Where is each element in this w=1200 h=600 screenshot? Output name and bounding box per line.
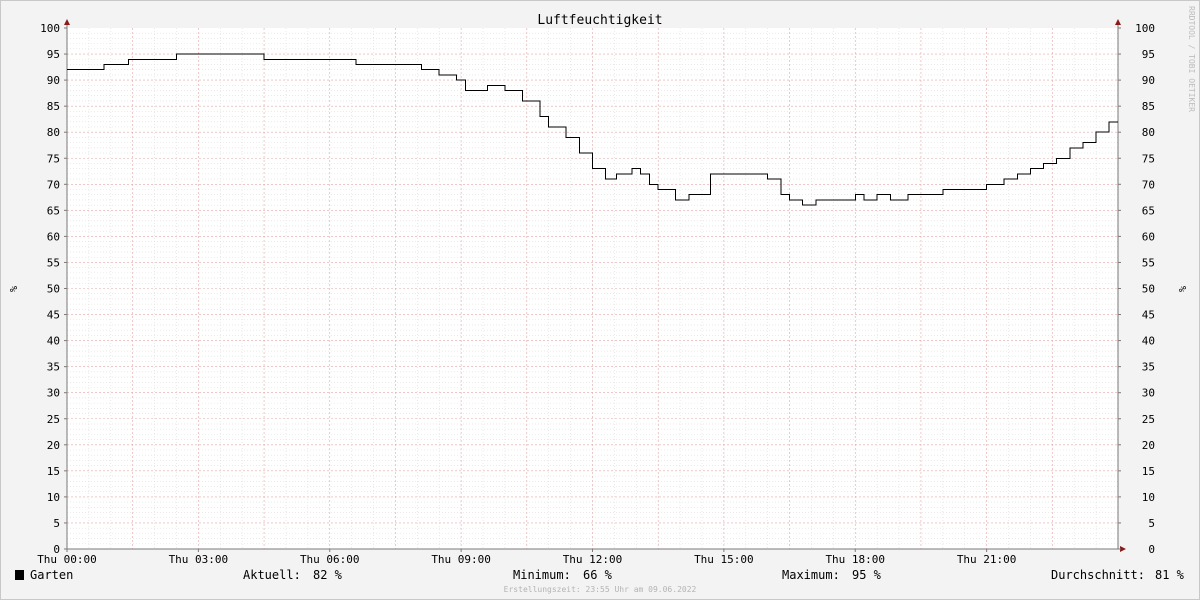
y-tick-label-right: 75 <box>1142 152 1155 165</box>
legend-max-label: Maximum: <box>782 568 840 582</box>
y-tick-label-right: 10 <box>1142 491 1155 504</box>
y-tick-label-right: 30 <box>1142 387 1155 400</box>
legend-current-value: 82 % <box>313 568 343 582</box>
y-tick-label-left: 10 <box>47 491 60 504</box>
legend-avg-value: 81 % <box>1155 568 1185 582</box>
y-tick-label-left: 20 <box>47 439 60 452</box>
y-tick-label-right: 45 <box>1142 309 1155 322</box>
y-tick-label-left: 55 <box>47 256 60 269</box>
y-axis-label-left: % <box>7 286 18 292</box>
y-tick-label-right: 95 <box>1142 48 1155 61</box>
rrdtool-watermark: RRDTOOL / TOBI OETIKER <box>1187 6 1196 112</box>
y-tick-label-right: 50 <box>1142 283 1155 296</box>
x-tick-label: Thu 18:00 <box>825 553 885 566</box>
y-tick-label-right: 90 <box>1142 74 1155 87</box>
y-tick-label-left: 15 <box>47 465 60 478</box>
chart-canvas: 0 5 10 15 20 25 30 35 40 45 50 55 60 65 70 75 80 85 90 95 10… <box>7 6 1196 594</box>
x-tick-label: Thu 15:00 <box>694 553 754 566</box>
x-tick-label: Thu 03:00 <box>169 553 229 566</box>
y-tick-label-left: 35 <box>47 361 60 374</box>
y-tick-label-left: 70 <box>47 178 60 191</box>
grid <box>67 28 1118 549</box>
y-axis-left-ticks: 0510152025303540455055606570758085909510… <box>40 22 67 556</box>
y-tick-label-left: 25 <box>47 413 60 426</box>
y-tick-label-left: 40 <box>47 335 60 348</box>
chart-title: Luftfeuchtigkeit <box>537 13 662 28</box>
y-tick-label-right: 20 <box>1142 439 1155 452</box>
y-tick-label-right: 65 <box>1142 204 1155 217</box>
y-tick-label-left: 100 <box>40 22 60 35</box>
y-tick-label-left: 85 <box>47 100 60 113</box>
y-tick-label-right: 55 <box>1142 256 1155 269</box>
footer-timestamp: Erstellungszeit: 23:55 Uhr am 09.06.2022 <box>504 585 697 594</box>
y-tick-label-right: 85 <box>1142 100 1155 113</box>
legend-min-label: Minimum: <box>513 568 571 582</box>
y-tick-label-left: 95 <box>47 48 60 61</box>
x-axis-ticks: Thu 00:00 Thu 03:00 Thu 06:00 Thu 09:00 Thu … <box>37 549 1016 566</box>
y-tick-label-right: 70 <box>1142 178 1155 191</box>
y-tick-label-left: 30 <box>47 387 60 400</box>
y-axis-left-arrow <box>64 19 70 25</box>
x-tick-label: Thu 09:00 <box>431 553 491 566</box>
y-tick-label-right: 40 <box>1142 335 1155 348</box>
y-axis-right-arrow <box>1115 19 1121 25</box>
y-tick-label-left: 65 <box>47 204 60 217</box>
legend-current-label: Aktuell: <box>243 568 301 582</box>
x-tick-label: Thu 12:00 <box>563 553 623 566</box>
legend-series-name: Garten <box>30 568 73 582</box>
y-tick-label-left: 75 <box>47 152 60 165</box>
x-tick-label: Thu 21:00 <box>957 553 1017 566</box>
y-tick-label-right: 5 <box>1148 517 1155 530</box>
legend-swatch-garten <box>15 570 24 580</box>
y-tick-label-left: 80 <box>47 126 60 139</box>
y-axis-label-right: % <box>1176 286 1187 292</box>
y-tick-label-left: 45 <box>47 309 60 322</box>
y-tick-label-right: 15 <box>1142 465 1155 478</box>
y-tick-label-right: 25 <box>1142 413 1155 426</box>
x-tick-label: Thu 00:00 <box>37 553 97 566</box>
legend-max-value: 95 % <box>852 568 882 582</box>
y-tick-label-right: 100 <box>1135 22 1155 35</box>
y-tick-label-left: 90 <box>47 74 60 87</box>
y-tick-label-right: 35 <box>1142 361 1155 374</box>
y-tick-label-right: 80 <box>1142 126 1155 139</box>
y-tick-label-right: 60 <box>1142 230 1155 243</box>
y-tick-label-left: 50 <box>47 283 60 296</box>
y-tick-label-right: 0 <box>1148 543 1155 556</box>
y-axis-right-ticks: 0 5 10 15 20 25 30 35 40 45 50 55 60 65 70 75 80 85 90 95 10… <box>1118 22 1155 556</box>
y-tick-label-left: 5 <box>53 517 60 530</box>
y-tick-label-left: 60 <box>47 230 60 243</box>
x-tick-label: Thu 06:00 <box>300 553 360 566</box>
legend-min-value: 66 % <box>583 568 613 582</box>
legend-avg-label: Durchschnitt: <box>1051 568 1145 582</box>
